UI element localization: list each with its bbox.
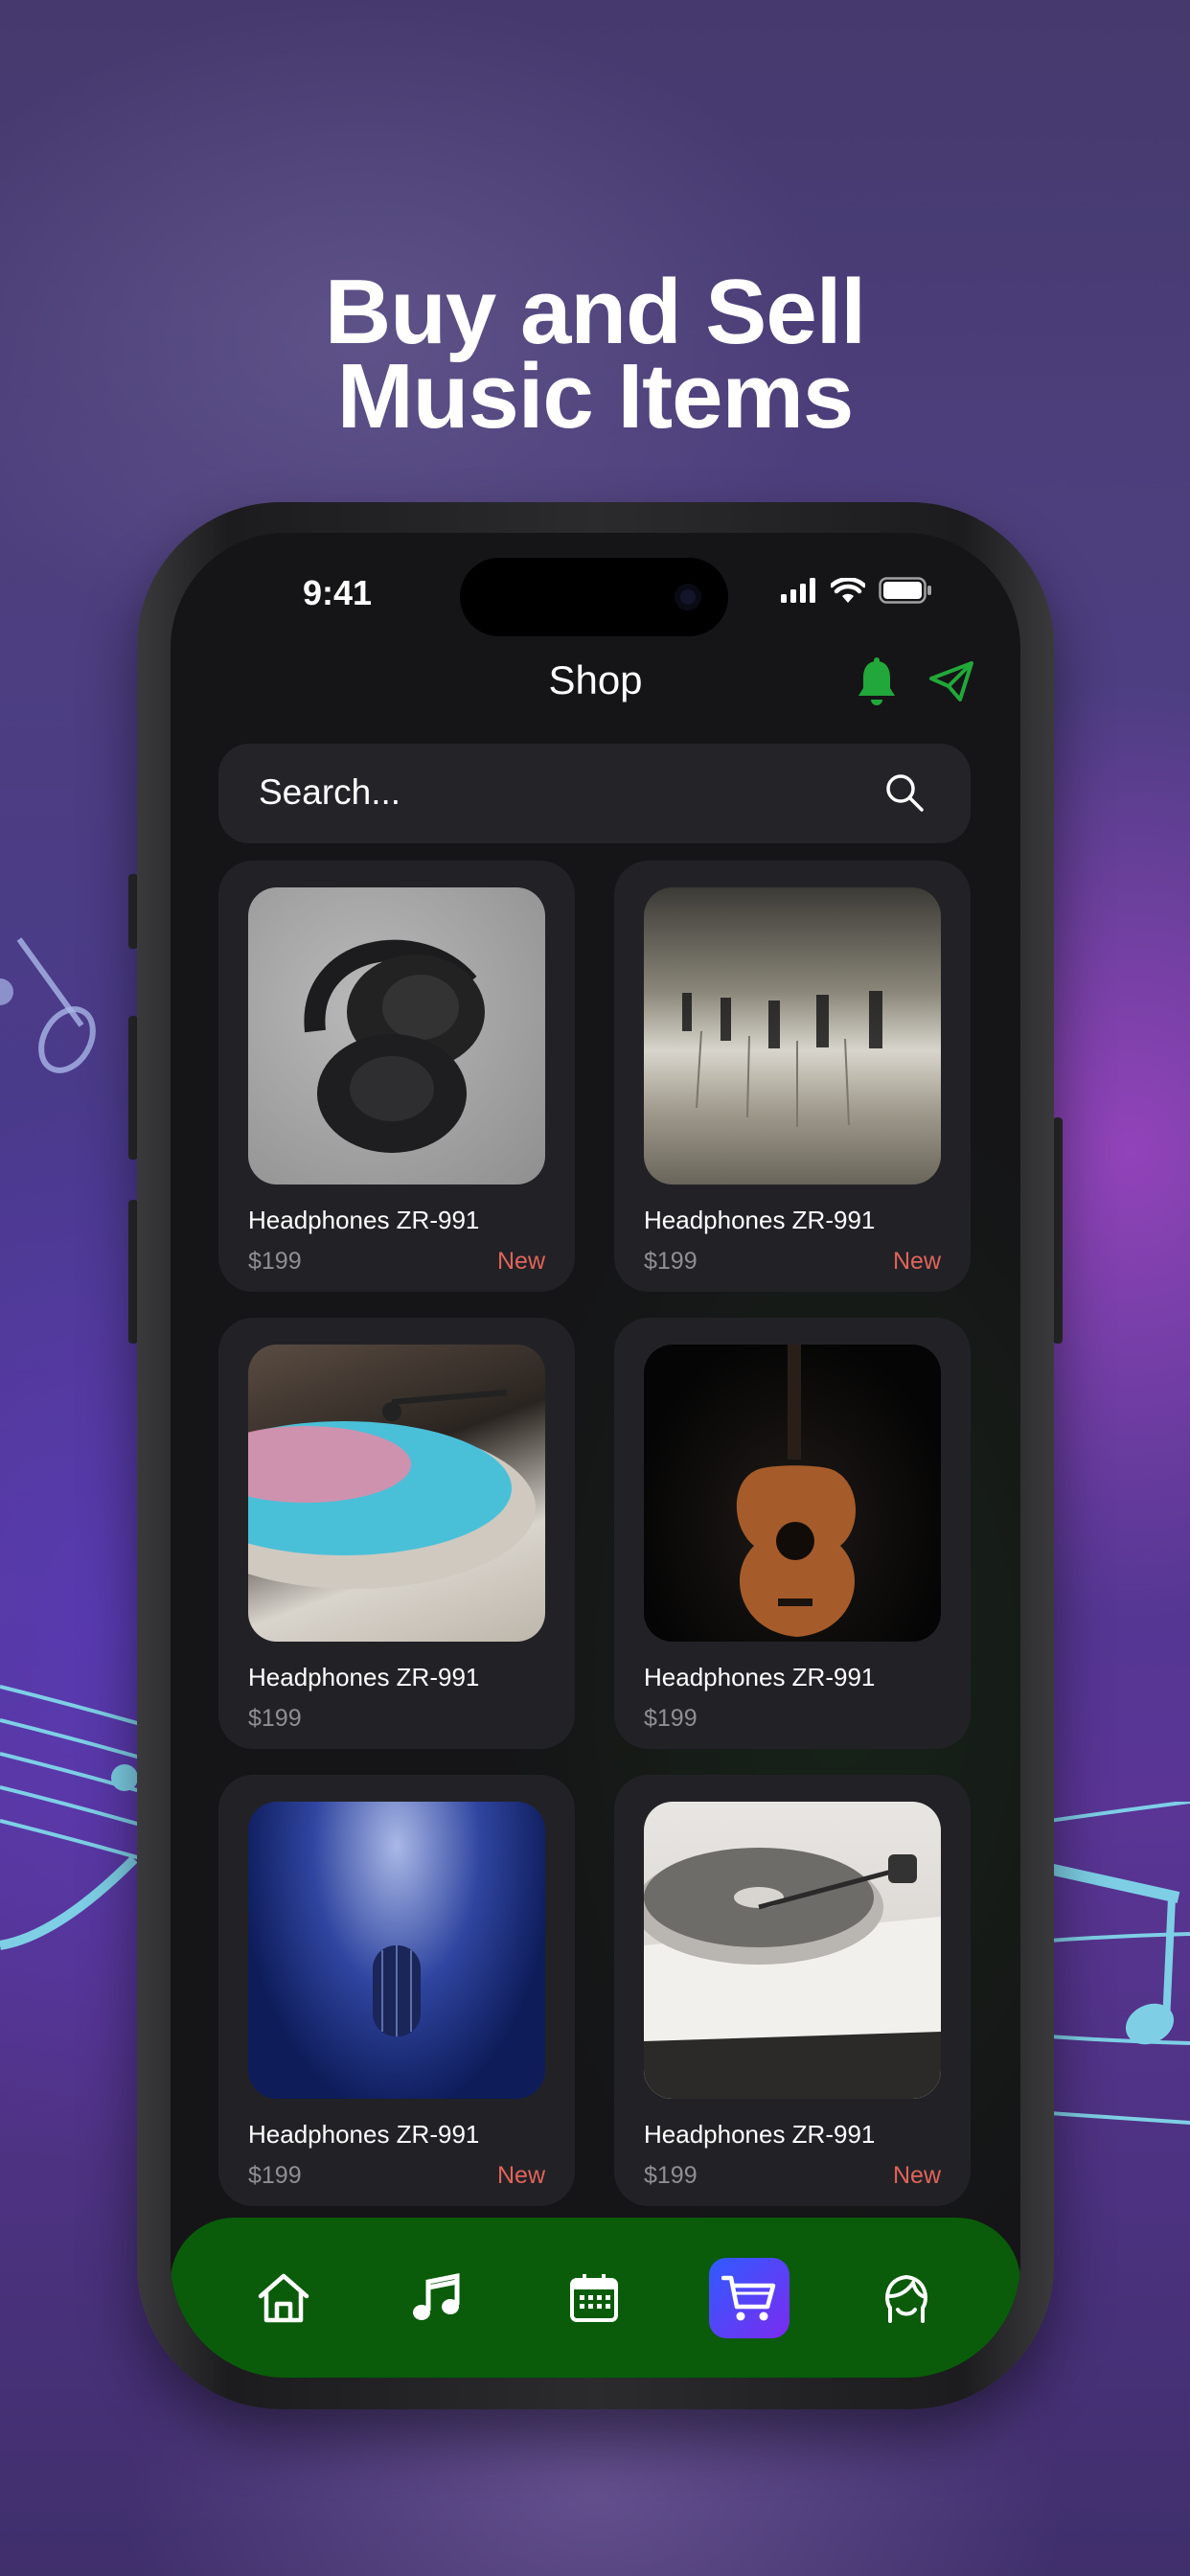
turntable-illustration bbox=[248, 1390, 536, 1589]
product-card[interactable]: Headphones ZR-991 $199 bbox=[614, 1318, 971, 1749]
product-name: Headphones ZR-991 bbox=[644, 2120, 876, 2149]
search-input[interactable]: Search... bbox=[259, 772, 400, 813]
phone-screen: 9:41 Shop Search... Headphones ZR-991 $1… bbox=[171, 533, 1020, 2378]
cart-icon bbox=[721, 2275, 776, 2321]
calendar-icon bbox=[570, 2274, 618, 2322]
product-card[interactable]: Headphones ZR-991 $199 New bbox=[614, 861, 971, 1292]
headline: Buy and Sell Music Items bbox=[0, 261, 1190, 448]
new-badge: New bbox=[892, 1248, 941, 1275]
product-image-piano-keys bbox=[644, 887, 941, 1184]
signal-icon bbox=[781, 578, 815, 603]
status-icons bbox=[781, 577, 932, 604]
wifi-icon bbox=[831, 577, 865, 603]
guitar-illustration bbox=[736, 1345, 857, 1637]
piano-keys-illustration bbox=[682, 991, 882, 1127]
music-staff-decoration-left bbox=[0, 1685, 144, 1950]
tab-home[interactable] bbox=[243, 2258, 324, 2338]
product-price: $199 bbox=[644, 1705, 698, 1732]
home-icon bbox=[258, 2273, 309, 2323]
product-card[interactable]: Headphones ZR-991 $199 bbox=[218, 1318, 575, 1749]
profile-icon bbox=[885, 2274, 927, 2323]
tab-bar bbox=[171, 2218, 1020, 2378]
product-name: Headphones ZR-991 bbox=[644, 1206, 876, 1234]
new-badge: New bbox=[496, 2162, 545, 2189]
product-price: $199 bbox=[248, 2162, 302, 2189]
battery-icon bbox=[879, 577, 931, 604]
product-card[interactable]: Headphones ZR-991 $199 New bbox=[218, 861, 575, 1292]
new-badge: New bbox=[496, 1248, 545, 1275]
new-badge: New bbox=[892, 2162, 941, 2189]
product-price: $199 bbox=[644, 2162, 698, 2189]
product-price: $199 bbox=[248, 1248, 302, 1275]
phone-power-button bbox=[1053, 1117, 1063, 1344]
product-image-microphone bbox=[248, 1802, 545, 2099]
camera-icon bbox=[675, 584, 701, 610]
music-icon bbox=[413, 2272, 460, 2320]
dynamic-island bbox=[460, 558, 728, 636]
product-card[interactable]: Headphones ZR-991 $199 New bbox=[218, 1775, 575, 2206]
product-price: $199 bbox=[248, 1705, 302, 1732]
tab-calendar[interactable] bbox=[554, 2258, 634, 2338]
bell-icon[interactable] bbox=[855, 657, 899, 707]
microphone-illustration bbox=[373, 1945, 421, 2036]
product-price: $199 bbox=[644, 1248, 698, 1275]
headline-line-2: Music Items bbox=[336, 345, 855, 448]
product-card[interactable]: Headphones ZR-991 $199 New bbox=[614, 1775, 971, 2206]
status-time: 9:41 bbox=[303, 573, 373, 612]
music-notes-decoration-left bbox=[0, 937, 96, 1073]
search-icon[interactable] bbox=[884, 772, 925, 813]
product-image-turntable bbox=[248, 1345, 545, 1642]
search-bar[interactable]: Search... bbox=[218, 744, 971, 843]
product-name: Headphones ZR-991 bbox=[248, 1663, 480, 1691]
record-player-illustration bbox=[644, 1848, 941, 2099]
send-icon[interactable] bbox=[927, 657, 975, 705]
product-name: Headphones ZR-991 bbox=[248, 2120, 480, 2149]
product-image-guitar bbox=[644, 1345, 941, 1642]
music-staff-decoration-right bbox=[1049, 1802, 1190, 2125]
product-image-record-player bbox=[644, 1802, 941, 2099]
headline-line-1: Buy and Sell bbox=[324, 261, 866, 363]
product-name: Headphones ZR-991 bbox=[248, 1206, 480, 1234]
product-image-headphones bbox=[248, 887, 545, 1184]
tab-cart[interactable] bbox=[709, 2258, 790, 2338]
product-name: Headphones ZR-991 bbox=[644, 1663, 876, 1691]
tab-music[interactable] bbox=[397, 2258, 477, 2338]
tab-profile[interactable] bbox=[866, 2258, 947, 2338]
headphones-illustration bbox=[304, 939, 485, 1153]
